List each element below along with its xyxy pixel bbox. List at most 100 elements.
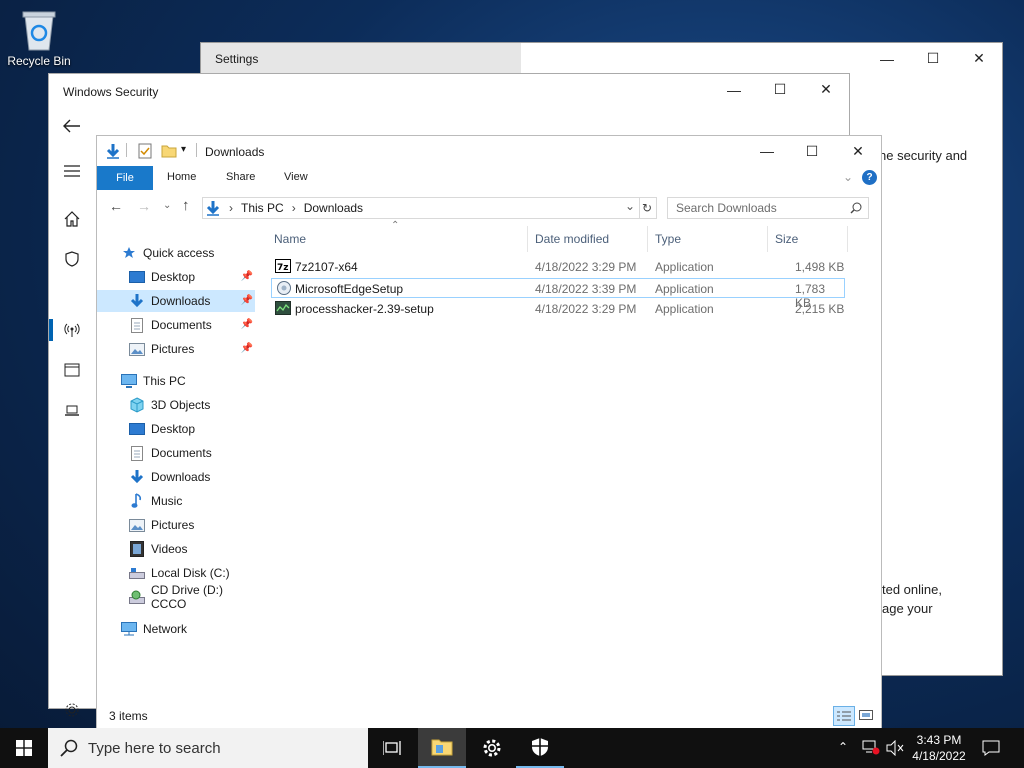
task-view-button[interactable] (368, 728, 416, 768)
settings-minimize-button[interactable]: — (864, 43, 910, 74)
settings-maximize-button[interactable]: ☐ (910, 43, 956, 74)
app-browser-icon[interactable] (49, 356, 95, 384)
breadcrumb-this-pc[interactable]: This PC (241, 201, 284, 215)
forward-button[interactable]: → (137, 198, 151, 214)
large-icons-view-icon[interactable] (857, 707, 875, 723)
tree-qa-documents[interactable]: Documents 📌 (129, 314, 253, 336)
tree-quick-access[interactable]: Quick access (121, 242, 214, 264)
help-icon[interactable]: ? (862, 170, 877, 185)
settings-text-2: ted online, (882, 582, 942, 597)
settings-taskbar-button[interactable] (468, 728, 516, 768)
search-input[interactable]: Search Downloads (667, 197, 869, 219)
tree-qa-desktop[interactable]: Desktop 📌 (129, 266, 253, 288)
refresh-button[interactable]: ↻ (638, 197, 657, 219)
security-sidebar (49, 106, 95, 717)
security-close-button[interactable]: ✕ (803, 74, 849, 105)
home-icon[interactable] (49, 205, 95, 233)
tab-home[interactable]: Home (167, 171, 196, 183)
properties-checkbox-icon[interactable] (138, 143, 152, 159)
ribbon-expand-chevron-icon[interactable]: ⌄ (843, 170, 853, 184)
explorer-close-button[interactable]: ✕ (835, 136, 881, 166)
system-clock[interactable]: 3:43 PM 4/18/2022 (905, 732, 973, 764)
recycle-bin-shortcut[interactable]: Recycle Bin (4, 8, 74, 68)
new-folder-icon[interactable] (161, 144, 177, 158)
documents-icon (129, 445, 145, 461)
file-type: Application (655, 282, 714, 296)
explorer-maximize-button[interactable]: ☐ (789, 136, 835, 166)
explorer-minimize-button[interactable]: — (744, 136, 790, 166)
tree-music[interactable]: Music (129, 490, 182, 512)
file-row[interactable]: MicrosoftEdgeSetup 4/18/2022 3:39 PM App… (271, 278, 845, 310)
explorer-titlebar: ▾ Downloads — ☐ ✕ (97, 136, 881, 166)
network-antenna-icon[interactable] (49, 316, 95, 344)
tree-label: This PC (143, 374, 186, 388)
column-header-date[interactable]: Date modified (535, 226, 609, 252)
tree-desktop[interactable]: Desktop (129, 418, 195, 440)
cd-drive-icon (129, 589, 145, 605)
tree-network[interactable]: Network (121, 618, 187, 640)
explorer-title: Downloads (205, 145, 265, 159)
taskbar-search-box[interactable]: Type here to search (48, 728, 368, 768)
3d-objects-icon (129, 397, 145, 413)
back-arrow-icon[interactable] (49, 112, 95, 140)
tree-cd-drive[interactable]: CD Drive (D:) CCCO (129, 583, 255, 611)
tree-this-pc[interactable]: This PC (121, 370, 186, 392)
settings-close-button[interactable]: ✕ (956, 43, 1002, 74)
address-bar[interactable]: › This PC › Downloads ⌄ (202, 197, 640, 219)
file-name: MicrosoftEdgeSetup (295, 282, 404, 296)
network-status-icon[interactable] (862, 739, 880, 755)
tree-label: Pictures (151, 342, 195, 356)
start-button[interactable] (0, 728, 48, 768)
pin-icon: 📌 (240, 295, 253, 306)
tree-label: Music (151, 494, 183, 508)
file-name: 7z2107-x64 (295, 260, 358, 274)
tree-3d-objects[interactable]: 3D Objects (129, 394, 210, 416)
recycle-bin-label: Recycle Bin (7, 54, 71, 68)
tree-qa-pictures[interactable]: Pictures 📌 (129, 338, 253, 360)
security-maximize-button[interactable]: ☐ (757, 74, 803, 105)
volume-muted-icon[interactable] (886, 740, 904, 756)
details-view-icon[interactable] (833, 706, 855, 726)
tab-share[interactable]: Share (226, 171, 255, 183)
device-security-icon[interactable] (49, 397, 95, 425)
shield-icon[interactable] (49, 245, 95, 273)
tree-label: Desktop (151, 422, 196, 436)
hamburger-menu-icon[interactable] (49, 157, 95, 185)
settings-text-1: ne security and (879, 148, 968, 163)
file-size: 2,215 KB (795, 302, 845, 316)
security-minimize-button[interactable]: — (711, 74, 757, 105)
action-center-button[interactable] (968, 728, 1014, 768)
tree-label: Downloads (151, 470, 211, 484)
tree-label: Pictures (151, 518, 195, 532)
tab-file[interactable]: File (97, 166, 153, 190)
tree-videos[interactable]: Videos (129, 538, 187, 560)
address-dropdown-icon[interactable]: ⌄ (625, 199, 635, 213)
qat-dropdown-icon[interactable]: ▾ (181, 144, 186, 155)
windows-security-taskbar-button[interactable] (516, 728, 564, 768)
breadcrumb-downloads[interactable]: Downloads (304, 201, 363, 215)
tree-qa-downloads[interactable]: Downloads 📌 (97, 290, 255, 312)
up-button[interactable]: ↑ (182, 197, 190, 214)
status-bar-item-count: 3 items (109, 709, 148, 723)
clock-time: 3:43 PM (916, 733, 962, 747)
settings-gear-icon[interactable] (49, 696, 95, 724)
recent-locations-dropdown[interactable]: ⌄ (163, 200, 171, 211)
tab-view[interactable]: View (284, 171, 308, 183)
tree-documents[interactable]: Documents (129, 442, 212, 464)
file-row[interactable]: processhacker-2.39-setup 4/18/2022 3:29 … (271, 299, 845, 319)
column-header-type[interactable]: Type (655, 226, 681, 252)
file-explorer-taskbar-button[interactable] (418, 728, 466, 768)
pin-icon: 📌 (240, 271, 253, 282)
show-hidden-icons-chevron[interactable]: ⌃ (838, 740, 848, 754)
column-header-name[interactable]: Name (274, 226, 306, 252)
tree-downloads[interactable]: Downloads (129, 466, 210, 488)
downloads-icon (129, 293, 145, 309)
column-header-size[interactable]: Size (775, 226, 798, 252)
file-row[interactable]: 7z 7z2107-x64 4/18/2022 3:29 PM Applicat… (271, 257, 845, 277)
back-button[interactable]: ← (109, 198, 123, 214)
task-view-icon (383, 741, 401, 755)
file-type: Application (655, 302, 714, 316)
tree-pictures[interactable]: Pictures (129, 514, 194, 536)
tree-local-disk[interactable]: Local Disk (C:) (129, 562, 230, 584)
star-icon (121, 245, 137, 261)
